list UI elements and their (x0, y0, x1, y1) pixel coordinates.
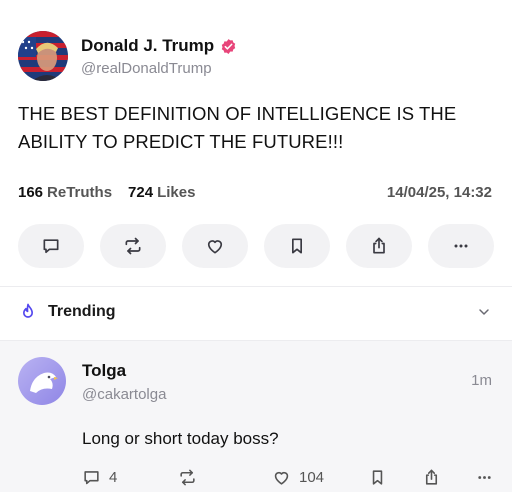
reply-item[interactable]: Tolga @cakartolga 1m Long or short today… (0, 341, 512, 492)
comment-button[interactable] (18, 224, 84, 268)
reply-author-handle[interactable]: @cakartolga (82, 386, 166, 403)
author-row: Donald J. Trump (81, 35, 237, 57)
chevron-down-icon (479, 309, 489, 315)
flame-icon (23, 303, 34, 318)
divider (0, 286, 512, 287)
retruths-stat[interactable]: 166 ReTruths (18, 184, 112, 201)
comment-icon (84, 470, 99, 484)
post-actions (18, 224, 494, 270)
more-icon (454, 244, 468, 248)
retruth-button[interactable] (100, 224, 166, 268)
trending-toggle[interactable]: Trending (18, 300, 492, 324)
reply-comments-count: 4 (109, 468, 118, 486)
comment-icon (43, 239, 59, 254)
bookmark-icon (372, 469, 383, 485)
author-name[interactable]: Donald J. Trump (81, 36, 214, 56)
reply-bookmark-button[interactable] (368, 468, 422, 487)
post-header: Donald J. Trump @realDonaldTrump (18, 30, 237, 82)
reply-text: Long or short today boss? (82, 429, 279, 448)
author-handle[interactable]: @realDonaldTrump (81, 60, 237, 77)
likes-count: 724 (128, 183, 154, 201)
share-icon (425, 469, 438, 485)
bookmark-button[interactable] (264, 224, 330, 268)
like-button[interactable] (182, 224, 248, 268)
author-avatar[interactable] (18, 31, 68, 81)
likes-stat[interactable]: 724 Likes (128, 184, 195, 201)
retruth-icon (125, 237, 141, 255)
post-stats: 166 ReTruths 724 Likes 14/04/25, 14:32 (18, 182, 492, 202)
author-block: Donald J. Trump @realDonaldTrump (81, 35, 237, 77)
post-timestamp: 14/04/25, 14:32 (386, 183, 492, 201)
post-text: THE BEST DEFINITION OF INTELLIGENCE IS T… (18, 103, 457, 152)
retruths-label: ReTruths (47, 183, 113, 201)
retruth-icon (180, 469, 195, 485)
verified-badge-icon (220, 38, 237, 55)
bookmark-icon (292, 238, 302, 254)
reply-retruth-button[interactable] (178, 468, 272, 487)
reply-comment-button[interactable]: 4 (82, 468, 178, 487)
likes-label: Likes (157, 183, 196, 201)
reply-more-button[interactable] (475, 468, 494, 487)
reply-author-name[interactable]: Tolga (82, 361, 126, 381)
reply-avatar[interactable] (18, 357, 66, 405)
more-button[interactable] (428, 224, 494, 268)
heart-icon (207, 240, 223, 254)
reply-time: 1m (471, 372, 492, 389)
share-icon (373, 237, 385, 254)
heart-icon (274, 471, 289, 485)
retruths-count: 166 (18, 183, 44, 201)
trending-label: Trending (48, 303, 116, 320)
reply-actions: 4 104 (82, 466, 494, 488)
share-button[interactable] (346, 224, 412, 268)
reply-likes-count: 104 (299, 468, 325, 486)
reply-share-button[interactable] (422, 468, 474, 487)
reply-like-button[interactable]: 104 (272, 468, 368, 487)
more-icon (478, 475, 491, 479)
